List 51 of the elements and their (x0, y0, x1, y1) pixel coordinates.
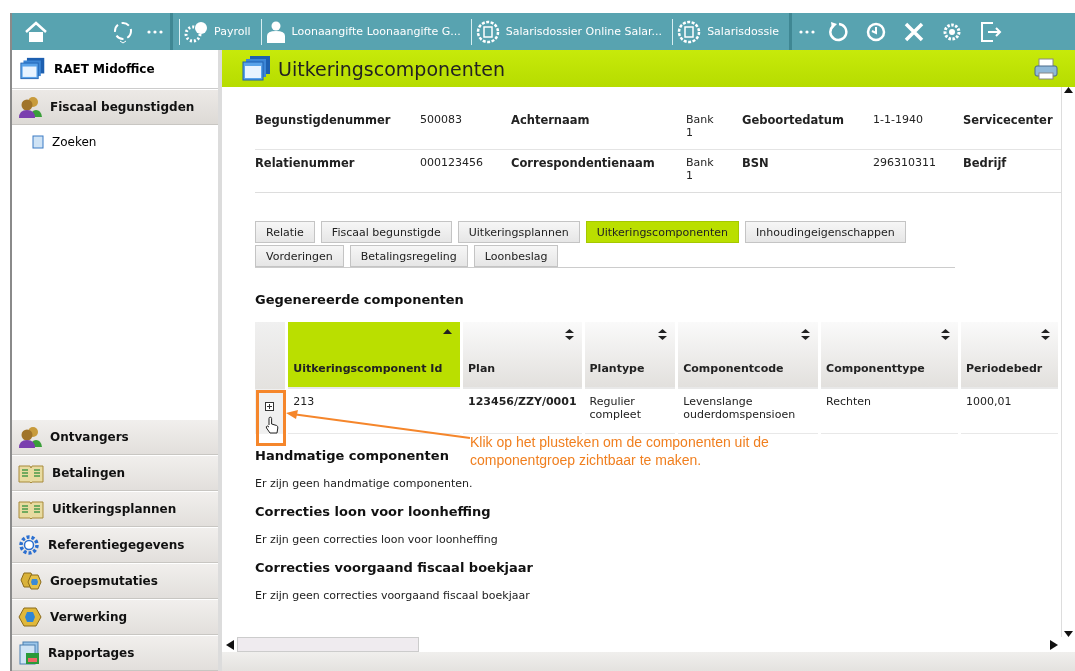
field-value: 1-1-1940 (873, 107, 963, 150)
tab[interactable]: Betalingsregeling (349, 245, 468, 267)
tab[interactable]: Vorderingen (255, 245, 344, 267)
tab[interactable]: Relatie (255, 221, 315, 243)
annotation-text: Klik op het plusteken om de componenten uit de componentgroep zichtbaar te maken. (470, 433, 770, 469)
tab[interactable]: Fiscaal begunstigde (320, 221, 452, 243)
page-title: Uitkeringscomponenten (278, 57, 506, 80)
table-cell: Levenslange ouderdomspensioen (678, 389, 819, 434)
column-header[interactable]: Plantype (584, 322, 676, 389)
column-header[interactable]: Uitkeringscomponent Id (288, 322, 461, 389)
section-heading: Correcties loon voor loonheffing (255, 504, 491, 519)
section-heading: Handmatige componenten (255, 448, 449, 463)
sidebar-item[interactable]: Zoeken (12, 125, 218, 149)
sidebar-section[interactable]: Ontvangers (12, 419, 218, 455)
tab[interactable]: Loonbeslag (473, 245, 559, 267)
app-title: RAET Midoffice (54, 62, 155, 76)
field-value: 296310311 (873, 155, 937, 171)
field-label: BSN (742, 155, 770, 172)
column-header[interactable]: Plan (463, 322, 582, 389)
field-label: Correspondentienaam (511, 155, 656, 172)
empty-message: Er zijn geen handmatige componenten. (255, 477, 474, 490)
sidebar-section[interactable]: Verwerking (12, 599, 218, 635)
section-heading: Gegenereerde componenten (255, 292, 464, 307)
column-header[interactable]: Periodebedr (961, 322, 1058, 389)
column-header[interactable]: Componentcode (678, 322, 819, 389)
sidebar-section[interactable]: Rapportages (12, 635, 218, 671)
tab[interactable]: Uitkeringscomponenten (585, 221, 740, 243)
field-label: Bedrijf (963, 155, 1008, 172)
table-cell: 123456/ZZY/0001 (463, 389, 582, 434)
field-label: Achternaam (511, 107, 686, 150)
tab[interactable]: Inhoudingeigenschappen (745, 221, 906, 243)
sidebar-section[interactable]: Groepsmutaties (12, 563, 218, 599)
table-cell: Regulier compleet (584, 389, 676, 434)
section-heading: Correcties voorgaand fiscaal boekjaar (255, 560, 533, 575)
field-value: 000123456 (420, 155, 484, 171)
empty-message: Er zijn geen correcties loon voor loonheffing (255, 533, 499, 546)
sidebar-section[interactable]: Fiscaal begunstigden (12, 89, 218, 125)
sidebar-section[interactable]: Referentiegegevens (12, 527, 218, 563)
column-header[interactable]: Componenttype (821, 322, 958, 389)
empty-message: Er zijn geen correcties voorgaand fiscaal boekjaar (255, 589, 531, 602)
field-value: Bank 1 (686, 107, 742, 150)
field-label: Geboortedatum (742, 107, 873, 150)
field-label: Relatienummer (255, 155, 356, 172)
sidebar-section[interactable]: Uitkeringsplannen (12, 491, 218, 527)
table-cell: 1000,01 (961, 389, 1058, 434)
field-value: Bank 1 (686, 155, 715, 184)
sidebar-section[interactable]: Betalingen (12, 455, 218, 491)
tab[interactable]: Uitkeringsplannen (457, 221, 580, 243)
field-value: 500083 (420, 107, 511, 150)
field-label: Begunstigdenummer (255, 107, 420, 150)
table-cell: Rechten (821, 389, 958, 434)
